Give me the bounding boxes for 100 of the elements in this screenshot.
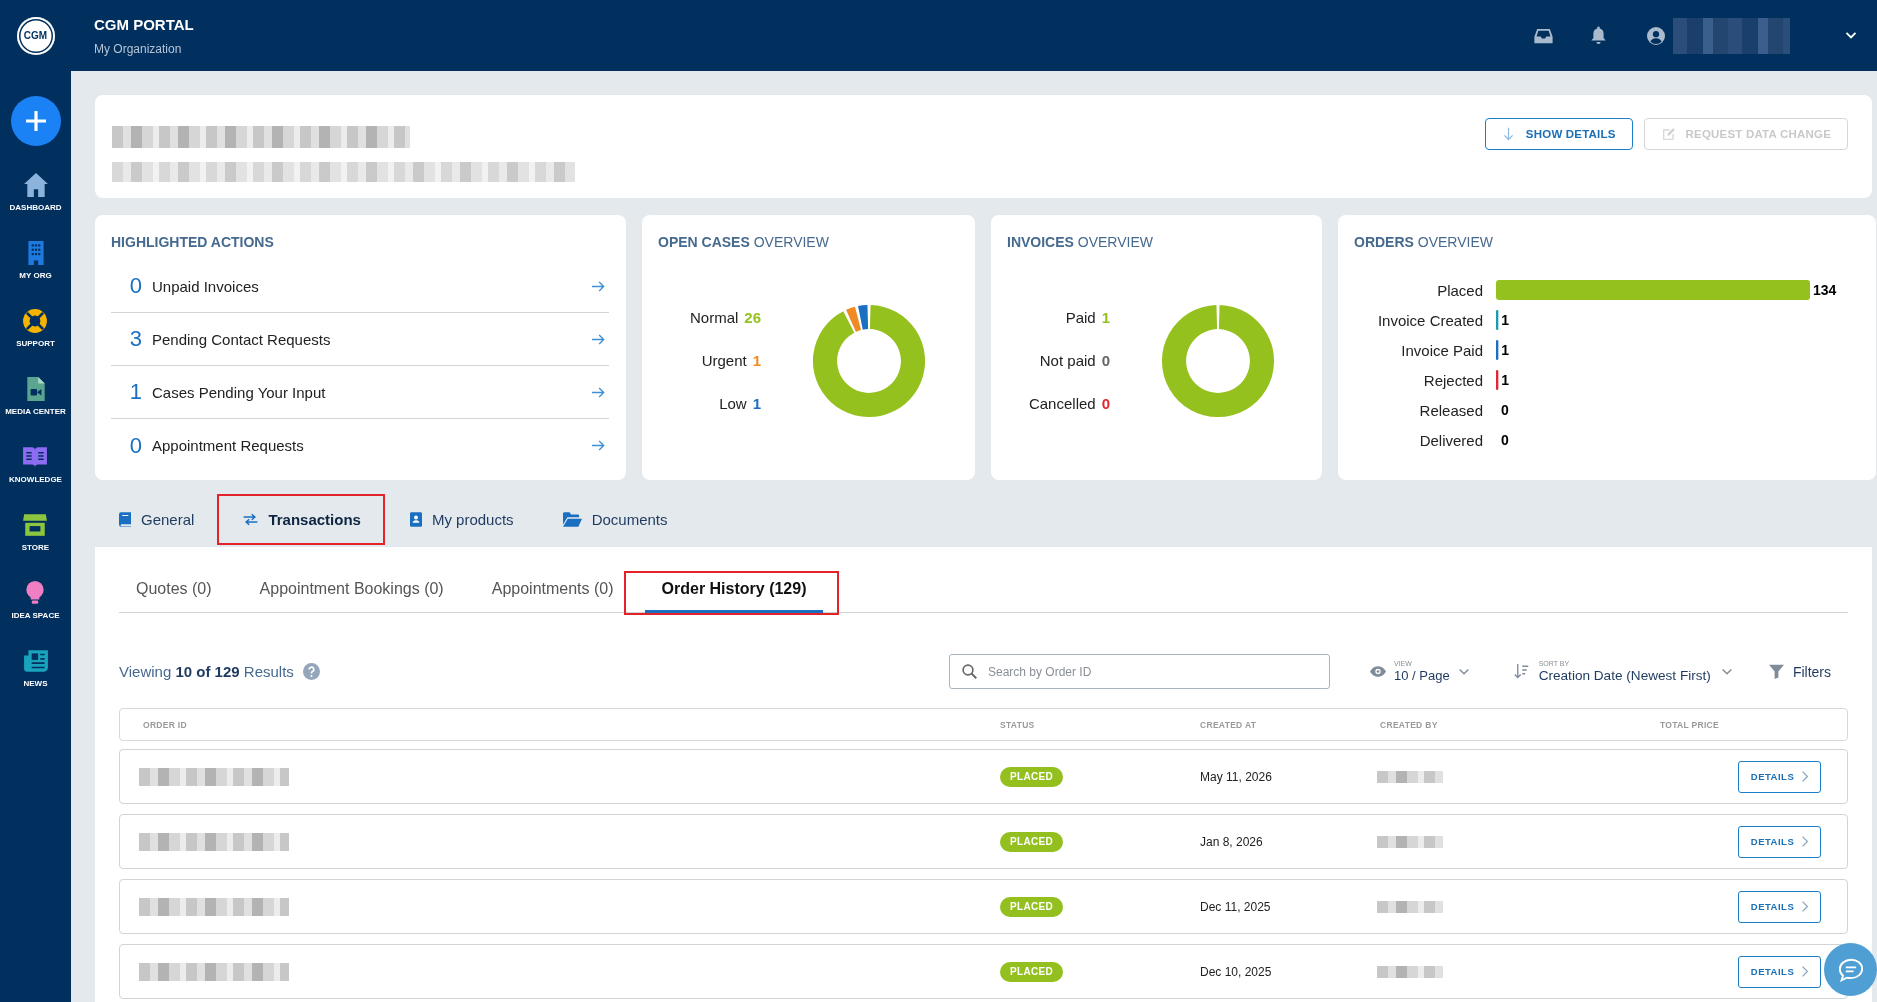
chevron-right-icon bbox=[1802, 901, 1809, 912]
bar-label: Rejected bbox=[1423, 371, 1483, 389]
arrow-right-icon[interactable] bbox=[592, 280, 605, 292]
show-details-button[interactable]: SHOW DETAILS bbox=[1484, 118, 1633, 150]
subtab[interactable]: Appointment Bookings (0) bbox=[242, 573, 461, 613]
status-badge: PLACED bbox=[1000, 831, 1063, 852]
logo[interactable]: CGM bbox=[16, 16, 55, 55]
sidebar-item[interactable]: SUPPORT bbox=[16, 308, 55, 376]
action-label: Appointment Requests bbox=[152, 437, 304, 454]
table-cell-text: May 11, 2026 bbox=[1200, 769, 1273, 784]
chevron-right-icon bbox=[1802, 836, 1809, 847]
tab[interactable]: Transactions bbox=[243, 494, 361, 545]
tab[interactable]: Documents bbox=[562, 494, 668, 545]
column-header: STATUS bbox=[1000, 719, 1036, 730]
bar-value: 1 bbox=[1501, 312, 1510, 328]
exchange-arrows-icon bbox=[243, 513, 259, 526]
action-count: 3 bbox=[128, 326, 142, 352]
action-count: 0 bbox=[128, 273, 142, 299]
status-badge: PLACED bbox=[1000, 766, 1063, 787]
bar-label: Invoice Created bbox=[1377, 311, 1483, 329]
subtab[interactable]: Appointments (0) bbox=[474, 573, 631, 613]
chevron-right-icon bbox=[1802, 966, 1809, 977]
help-icon[interactable] bbox=[302, 663, 320, 680]
column-header: TOTAL PRICE bbox=[1660, 719, 1721, 730]
plus-icon bbox=[25, 111, 46, 131]
sidebar-item[interactable]: MY ORG bbox=[19, 240, 52, 308]
bar-value: 0 bbox=[1501, 402, 1509, 418]
action-label: Pending Contact Requests bbox=[152, 330, 331, 348]
tab[interactable]: General bbox=[119, 494, 195, 545]
newspaper-icon bbox=[22, 648, 49, 674]
blurred-text bbox=[1377, 770, 1443, 783]
action-count: 1 bbox=[128, 379, 142, 405]
details-button[interactable]: DETAILS bbox=[1738, 890, 1821, 923]
folder-icon bbox=[562, 512, 582, 527]
funnel-icon bbox=[1768, 664, 1784, 679]
add-button[interactable] bbox=[10, 96, 61, 146]
subtab[interactable]: Order History (129) bbox=[644, 573, 824, 613]
bell-icon[interactable] bbox=[1590, 26, 1607, 45]
chat-bubble-icon bbox=[1837, 957, 1864, 982]
status-badge: PLACED bbox=[1000, 961, 1063, 982]
legend-value: 1 bbox=[752, 393, 761, 414]
sidebar-item[interactable]: NEWS bbox=[22, 648, 49, 716]
search-input[interactable]: Search by Order ID bbox=[988, 655, 1329, 688]
legend-label: Normal bbox=[689, 307, 739, 328]
bar-value: 1 bbox=[1501, 372, 1510, 388]
bar-label: Placed bbox=[1437, 281, 1483, 299]
legend-value: 1 bbox=[1101, 307, 1110, 328]
sidebar-item[interactable]: STORE bbox=[21, 512, 50, 580]
legend-value: 26 bbox=[744, 307, 761, 328]
inbox-icon[interactable] bbox=[1534, 27, 1553, 44]
organization-name: My Organization bbox=[94, 41, 183, 56]
arrow-right-icon[interactable] bbox=[592, 333, 605, 345]
legend-label: Cancelled bbox=[1028, 393, 1096, 414]
results-summary: Viewing 10 of 129 Results bbox=[119, 663, 294, 680]
legend-value: 0 bbox=[1101, 393, 1110, 414]
chevron-down-icon[interactable] bbox=[1845, 31, 1857, 40]
edit-icon bbox=[1661, 127, 1676, 141]
bar-label: Invoice Paid bbox=[1401, 341, 1483, 359]
sidebar-item[interactable]: KNOWLEDGE bbox=[9, 444, 62, 512]
card-title: ORDERS OVERVIEW bbox=[1354, 233, 1494, 251]
storefront-icon bbox=[22, 512, 49, 538]
table-cell-text: Dec 10, 2025 bbox=[1200, 964, 1273, 979]
chevron-right-icon bbox=[1802, 771, 1809, 782]
sort-icon bbox=[1513, 664, 1529, 679]
sidebar-item[interactable]: IDEA SPACE bbox=[11, 580, 60, 648]
lifebuoy-icon bbox=[22, 308, 49, 334]
bar-label: Released bbox=[1419, 401, 1483, 419]
blurred-text bbox=[1377, 900, 1443, 913]
bar-value: 1 bbox=[1501, 342, 1510, 358]
column-header: CREATED AT bbox=[1200, 719, 1258, 730]
user-avatar-icon[interactable] bbox=[1647, 26, 1665, 45]
details-button[interactable]: DETAILS bbox=[1738, 825, 1821, 858]
portal-title: CGM PORTAL bbox=[94, 15, 194, 33]
chevron-down-icon bbox=[1457, 667, 1470, 676]
subtab[interactable]: Quotes (0) bbox=[119, 573, 229, 613]
column-header: CREATED BY bbox=[1380, 719, 1439, 730]
legend-value: 1 bbox=[752, 350, 761, 371]
arrow-down-icon bbox=[1502, 127, 1514, 141]
legend-label: Paid bbox=[1065, 307, 1096, 328]
blurred-text bbox=[1377, 965, 1443, 978]
action-label: Cases Pending Your Input bbox=[152, 383, 326, 401]
legend-label: Not paid bbox=[1039, 350, 1096, 371]
legend-value: 0 bbox=[1101, 350, 1110, 371]
details-button[interactable]: DETAILS bbox=[1738, 760, 1821, 793]
search-field[interactable]: Search by Order ID bbox=[949, 654, 1330, 689]
action-label: Unpaid Invoices bbox=[152, 277, 259, 295]
search-icon bbox=[962, 664, 977, 679]
book-icon bbox=[119, 512, 131, 527]
filters-button[interactable]: Filters bbox=[1768, 663, 1831, 680]
status-badge: PLACED bbox=[1000, 896, 1063, 917]
arrow-right-icon[interactable] bbox=[592, 386, 605, 398]
arrow-right-icon[interactable] bbox=[592, 440, 605, 451]
sidebar-item[interactable]: MEDIA CENTER bbox=[5, 376, 66, 444]
legend-label: Urgent bbox=[701, 350, 747, 371]
details-button[interactable]: DETAILS bbox=[1738, 955, 1821, 988]
chevron-down-icon bbox=[1720, 667, 1733, 676]
sidebar-item[interactable]: DASHBOARD bbox=[9, 172, 62, 240]
card-title: INVOICES OVERVIEW bbox=[1007, 233, 1154, 251]
tab[interactable]: My products bbox=[409, 494, 514, 545]
bar-label: Delivered bbox=[1419, 431, 1483, 449]
